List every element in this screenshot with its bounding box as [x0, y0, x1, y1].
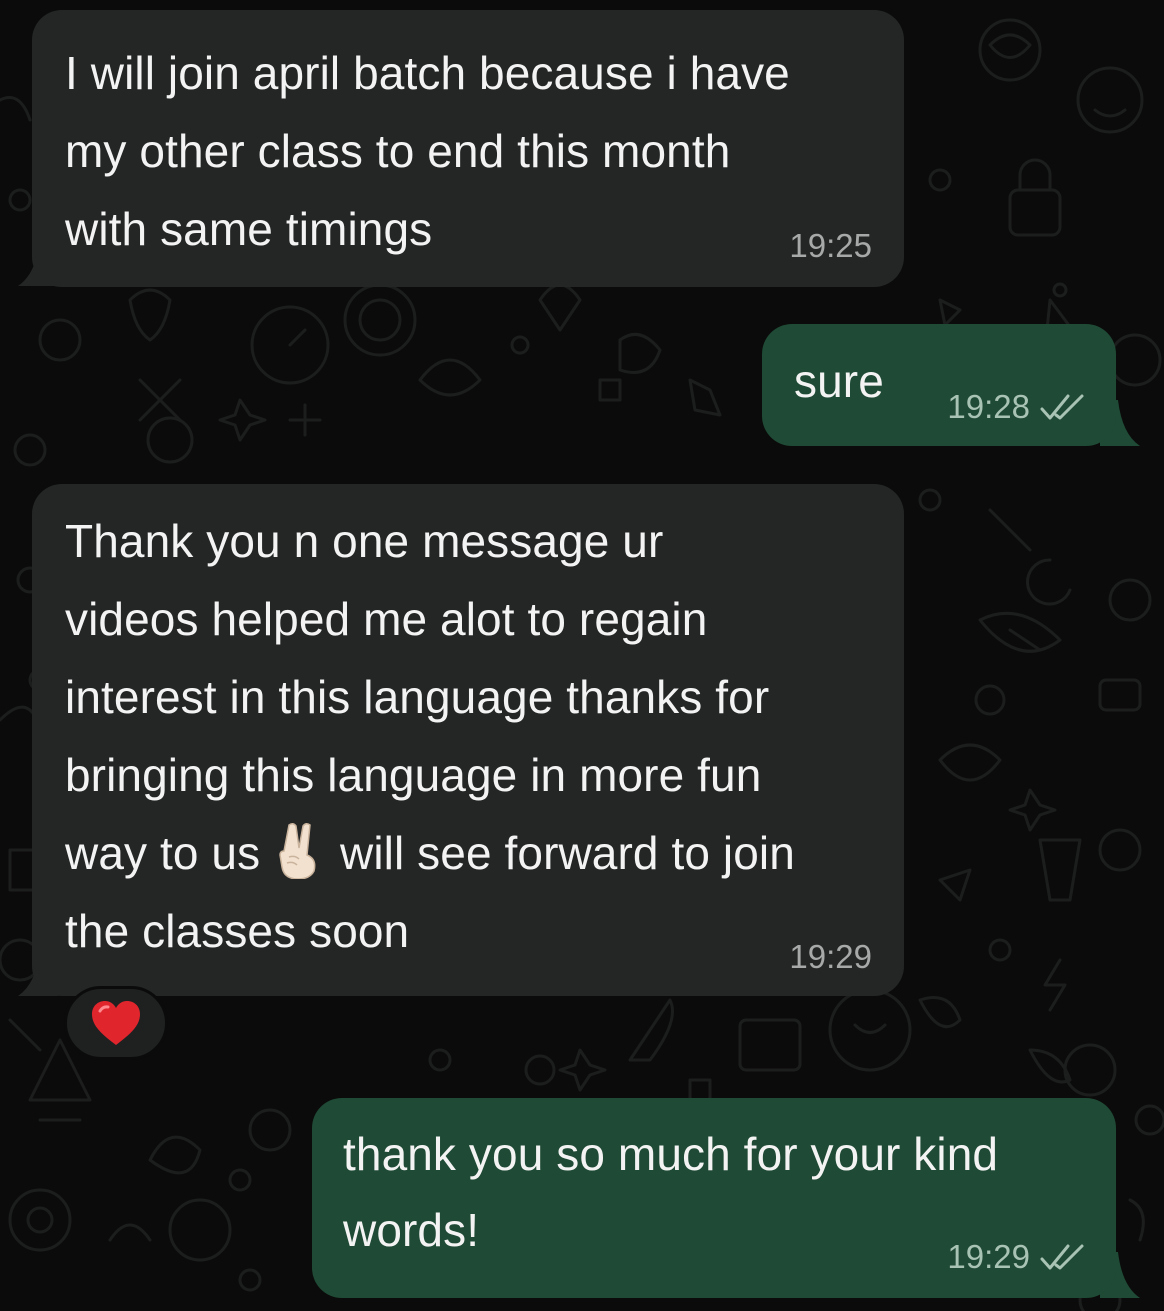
message-timestamp: 19:25: [789, 227, 872, 264]
chat-area[interactable]: I will join april batch because i have m…: [0, 0, 1164, 1311]
message-line: way to us will see forward to join: [65, 814, 904, 892]
message-meta: 19:25: [789, 227, 872, 265]
message-line: bringing this language in more fun: [65, 749, 762, 801]
message-line-segment: way to us: [65, 827, 261, 879]
red-heart-emoji: [92, 1001, 140, 1045]
message-text: Thank you n one message ur videos helped…: [65, 502, 904, 970]
outgoing-message[interactable]: thank you so much for your kind words! 1…: [312, 1098, 1116, 1298]
message-line: Thank you n one message ur: [65, 515, 664, 567]
message-line: videos helped me alot to regain: [65, 593, 708, 645]
double-check-icon: [1040, 1244, 1084, 1270]
incoming-message[interactable]: Thank you n one message ur videos helped…: [32, 484, 904, 996]
message-meta: 19:29: [789, 938, 872, 976]
message-line: interest in this language thanks for: [65, 671, 770, 723]
message-line: thank you so much for your kind: [343, 1128, 999, 1180]
outgoing-message[interactable]: sure 19:28: [762, 324, 1116, 446]
message-line: the classes soon: [65, 905, 410, 957]
message-line: with same timings: [65, 203, 433, 255]
message-line-segment: will see forward to join: [340, 827, 795, 879]
message-line: I will join april batch because i have: [65, 47, 790, 99]
message-timestamp: 19:29: [789, 938, 872, 975]
message-reaction[interactable]: [64, 986, 168, 1060]
message-timestamp: 19:29: [947, 1238, 1030, 1275]
message-meta: 19:29: [947, 1238, 1086, 1276]
message-line: my other class to end this month: [65, 125, 731, 177]
message-timestamp: 19:28: [947, 388, 1030, 425]
incoming-message[interactable]: I will join april batch because i have m…: [32, 10, 904, 287]
message-meta: 19:28: [947, 388, 1086, 426]
message-text: I will join april batch because i have m…: [65, 34, 904, 268]
victory-hand-emoji: [279, 822, 316, 879]
double-check-icon: [1040, 394, 1084, 420]
